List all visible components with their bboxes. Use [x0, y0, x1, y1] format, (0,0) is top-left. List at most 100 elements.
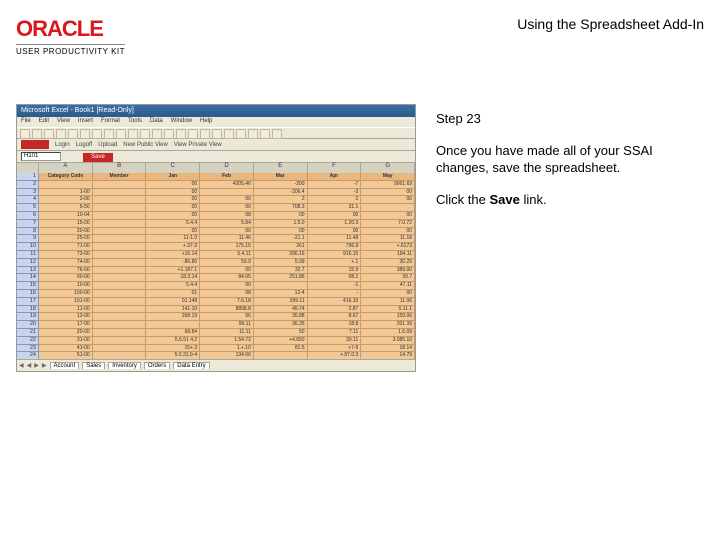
cell	[93, 352, 147, 359]
cell: 10-00	[39, 282, 93, 290]
cell	[93, 274, 147, 282]
cell: 184.11	[361, 251, 415, 259]
page-title: Using the Spreadsheet Add-In	[517, 16, 704, 32]
toolbar-button	[44, 129, 54, 139]
row-header: 19	[17, 313, 39, 321]
cell: 84.05	[200, 274, 254, 282]
table-row: 43-0000002200	[17, 196, 415, 204]
cell	[93, 306, 147, 314]
table-row: 820-000000000000	[17, 228, 415, 236]
cell: 2.87	[308, 306, 362, 314]
menu-item: Help	[200, 118, 212, 126]
cell: 15+.3	[146, 345, 200, 353]
cell: 41-00	[39, 345, 93, 353]
cell: 00	[361, 196, 415, 204]
cell: 15.9	[308, 267, 362, 275]
save-link[interactable]: Save	[83, 153, 113, 162]
cell: +.6173	[361, 243, 415, 251]
cell: 1.+.10	[200, 345, 254, 353]
cell: 20-00	[39, 228, 93, 236]
cell: 30.29	[361, 259, 415, 267]
cell: 251.86	[254, 274, 308, 282]
cell: 5.4.4	[146, 220, 200, 228]
cell: 18.14	[361, 345, 415, 353]
data-grid: 1Category CodeMemberJanFebMarAprMay20042…	[17, 173, 415, 359]
cell: 2	[308, 196, 362, 204]
menu-item: Window	[171, 118, 192, 126]
menu-bar: FileEditViewInsertFormatToolsDataWindowH…	[17, 117, 415, 127]
cell: +7-9	[308, 345, 362, 353]
table-row: 1Category CodeMemberJanFebMarAprMay	[17, 173, 415, 181]
cell: 18.3.14	[146, 274, 200, 282]
table-row: 610-040008000000	[17, 212, 415, 220]
sheet-tab: Orders	[144, 362, 170, 369]
row-header: 12	[17, 259, 39, 267]
cell: 1.54.72	[200, 337, 254, 345]
cell: 00	[254, 212, 308, 220]
cell: Category Code	[39, 173, 93, 181]
name-box-row: H101	[17, 151, 415, 163]
cell: 141.10	[146, 306, 200, 314]
cell	[361, 204, 415, 212]
cell	[93, 235, 147, 243]
cell: Apr	[308, 173, 362, 181]
cell: +4.650	[254, 337, 308, 345]
cell: 101-00	[39, 298, 93, 306]
cell: 00	[146, 212, 200, 220]
toolbar-button	[188, 129, 198, 139]
cell: 51-00	[39, 352, 93, 359]
cell: 5-50	[39, 204, 93, 212]
column-header: C	[146, 163, 200, 173]
cell: 74-00	[39, 259, 93, 267]
cell: 00	[200, 282, 254, 290]
column-header: D	[200, 163, 254, 173]
cell: -21.1	[254, 235, 308, 243]
cell: 5.84	[200, 220, 254, 228]
row-header: 16	[17, 290, 39, 298]
cell: Member	[93, 173, 147, 181]
cell: 8898.8	[200, 306, 254, 314]
cell: 11.06	[361, 298, 415, 306]
cell: 3-00	[39, 196, 93, 204]
table-row: 1912-00268.196635.888.67159.06	[17, 313, 415, 321]
table-row: 17101-0001.1487.6.18299.11416.1011.06	[17, 298, 415, 306]
oracle-logo-block: ORACLE USER PRODUCTIVITY KIT	[16, 16, 125, 56]
menu-item: Insert	[78, 118, 93, 126]
cell: 99.11	[200, 321, 254, 329]
menu-item: Format	[101, 118, 120, 126]
addin-toolbar-item: Logoff	[76, 142, 93, 148]
sheet-tabs: ◀◀▶▶AccountSalesInventoryOrdersData Entr…	[17, 359, 415, 371]
cell: 3.085.10	[361, 337, 415, 345]
cell	[146, 321, 200, 329]
cell: 261	[254, 243, 308, 251]
cell: +.1	[308, 259, 362, 267]
cell: Mar	[254, 173, 308, 181]
table-row: 715-005.4.45.841.5.01.20.37.0.72	[17, 220, 415, 228]
table-row: 2120-0068.8411.11507.111.6.09	[17, 329, 415, 337]
row-header: 8	[17, 228, 39, 236]
cell: 100-00	[39, 290, 93, 298]
cell: 416.10	[308, 298, 362, 306]
sheet-tab: Sales	[82, 362, 105, 369]
excel-screenshot: Microsoft Excel - Book1 [Read-Only] File…	[16, 104, 416, 372]
cell: 36.35	[254, 321, 308, 329]
table-row: 1376-00+1.187.10032.715.9389.00	[17, 267, 415, 275]
oracle-logo: ORACLE	[16, 16, 125, 42]
cell: 35.88	[254, 313, 308, 321]
row-header: 20	[17, 321, 39, 329]
toolbar-button	[164, 129, 174, 139]
instruction-panel: Step 23 Once you have made all of your S…	[436, 104, 704, 372]
menu-item: View	[57, 118, 70, 126]
table-row: 2451-005.0.31.0-4134.06+.87.0.314.79	[17, 352, 415, 359]
name-box: H101	[21, 152, 61, 161]
cell: 201.39	[361, 321, 415, 329]
cell: Jan	[146, 173, 200, 181]
cell: 796.9	[308, 243, 362, 251]
cell: 14.79	[361, 352, 415, 359]
cell: 9061.69	[361, 181, 415, 189]
row-header: 4	[17, 196, 39, 204]
cell: +1.187.1	[146, 267, 200, 275]
cell	[93, 220, 147, 228]
menu-item: Data	[150, 118, 163, 126]
cell: 00	[361, 189, 415, 197]
